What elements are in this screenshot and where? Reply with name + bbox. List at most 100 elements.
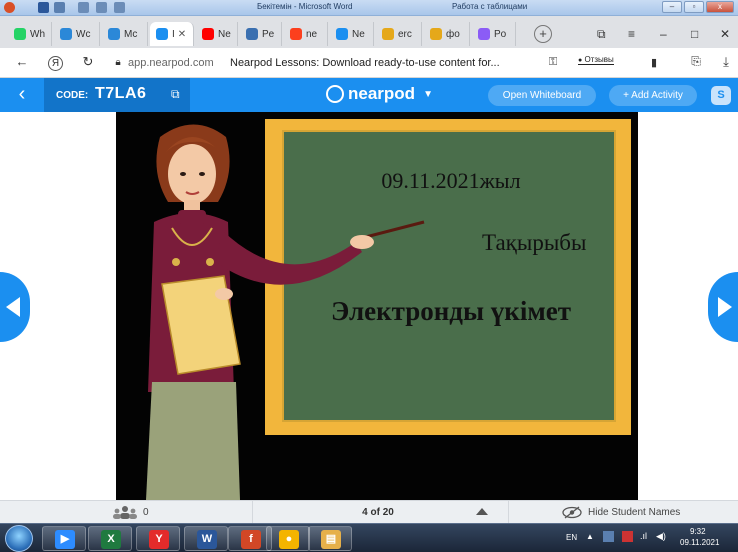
address-bar: ← Я ↻ 🔒︎ app.nearpod.com Nearpod Lessons… — [0, 48, 738, 78]
yandex-browser-icon: Y — [149, 530, 169, 549]
tab-label: Ne — [218, 28, 231, 40]
browser-tab[interactable]: ne — [284, 22, 328, 46]
back-arrow-icon[interactable]: ← — [14, 54, 30, 69]
open-whiteboard-button[interactable]: Open Whiteboard — [488, 85, 596, 106]
flash-player-icon: f — [241, 530, 261, 549]
page-indicator: 4 of 20 — [362, 507, 394, 518]
tab-label: Wc — [76, 28, 91, 40]
next-slide-button[interactable] — [708, 272, 738, 342]
browser-tab[interactable]: Wc — [54, 22, 100, 46]
taskbar-app-file-explorer[interactable]: ▤ — [308, 526, 352, 551]
browser-icon — [246, 28, 258, 40]
preview-icon[interactable] — [114, 2, 125, 13]
browser-tab[interactable]: Po — [472, 22, 516, 46]
download-icon[interactable]: ⤓ — [718, 54, 734, 70]
reload-icon[interactable]: ↻ — [80, 54, 96, 70]
word-icon: W — [197, 530, 217, 549]
tab-collections-icon[interactable]: ⧉ — [597, 27, 606, 42]
language-indicator[interactable]: EN — [566, 533, 577, 542]
taskbar-app-yandex-browser[interactable]: Y — [136, 526, 180, 551]
powerpoint-icon — [478, 28, 490, 40]
taskbar-app-excel[interactable]: X — [88, 526, 132, 551]
browser-tab[interactable]: erc — [376, 22, 422, 46]
browser-tab[interactable]: I ✕ — [150, 22, 194, 46]
nearpod-icon — [156, 28, 168, 40]
feedback-button[interactable]: ● Отзывы — [578, 55, 614, 65]
session-bottom-bar: 0 4 of 20 Hide Student Names — [0, 500, 738, 524]
clock-time[interactable]: 9:32 — [690, 527, 706, 536]
browser-tab[interactable]: Ne — [196, 22, 238, 46]
tab-label: Ne — [352, 28, 365, 40]
code-label: CODE: — [56, 90, 89, 101]
page-title-in-url[interactable]: Nearpod Lessons: Download ready-to-use c… — [230, 57, 500, 69]
user-avatar[interactable]: S — [711, 86, 731, 105]
start-button[interactable] — [5, 525, 33, 552]
teacher-arm — [216, 230, 362, 285]
tab-label: Mc — [124, 28, 138, 40]
windows-grid-icon — [108, 28, 120, 40]
taskbar-app-word[interactable]: W — [184, 526, 228, 551]
site-settings-icon[interactable]: ⚿ — [545, 56, 561, 69]
new-tab-button[interactable]: + — [534, 25, 552, 43]
url-domain[interactable]: app.nearpod.com — [128, 57, 214, 69]
menu-icon[interactable]: ≡ — [628, 27, 635, 41]
students-count: 0 — [143, 507, 149, 518]
undo-icon[interactable] — [54, 2, 65, 13]
add-activity-button[interactable]: + Add Activity — [609, 85, 697, 106]
print-icon[interactable] — [96, 2, 107, 13]
nearpod-header: ‹ CODE: T7LA6 ⧉ nearpod ▼ Open Whiteboar… — [0, 78, 738, 112]
students-icon[interactable] — [113, 505, 137, 519]
chrome-icon: ● — [279, 530, 299, 549]
network-warning-icon[interactable] — [622, 531, 633, 542]
action-center-icon[interactable] — [603, 531, 614, 542]
windows-taskbar: ▶ X Y Wf ● ▤ EN ▲ .ıl ◀) 9:32 09.11.2021 — [0, 523, 738, 552]
tab-label: фо — [446, 28, 460, 40]
redo-icon[interactable] — [78, 2, 89, 13]
nearpod-back-button[interactable]: ‹ — [0, 78, 44, 112]
word-window-title: Бекітемін - Microsoft Word — [257, 2, 353, 11]
window-minimize-button[interactable]: – — [660, 27, 667, 41]
volume-icon[interactable]: ◀) — [656, 531, 666, 542]
bookmark-icon[interactable]: ▮ — [646, 56, 662, 69]
browser-tab[interactable]: Pe — [240, 22, 282, 46]
chevron-left-icon — [6, 297, 20, 317]
office-maximize-button[interactable]: ▫ — [684, 1, 704, 13]
browser-tab[interactable]: Ne — [330, 22, 374, 46]
taskbar-app-zoom[interactable]: ▶ — [42, 526, 86, 551]
close-tab-icon[interactable]: ✕ — [178, 29, 186, 40]
taskbar-app-chrome[interactable]: ● — [266, 526, 310, 551]
office-orb-icon[interactable] — [4, 2, 15, 13]
share-code-icon[interactable]: ⧉ — [171, 87, 180, 102]
office-close-button[interactable]: x — [706, 1, 734, 13]
nearpod-logo[interactable]: nearpod ▼ — [326, 84, 433, 104]
chevron-down-icon[interactable]: ▼ — [423, 89, 433, 100]
session-code: T7LA6 — [95, 85, 147, 102]
office-minimize-button[interactable]: – — [662, 1, 682, 13]
browser-tab[interactable]: Wh — [8, 22, 52, 46]
hide-student-names-toggle[interactable]: Hide Student Names — [588, 507, 680, 518]
table-tools-tab[interactable]: Работа с таблицами — [452, 2, 527, 11]
file-explorer-icon: ▤ — [321, 530, 341, 549]
eye-off-icon[interactable] — [562, 506, 582, 519]
window-maximize-button[interactable]: □ — [691, 27, 698, 41]
save-icon[interactable] — [38, 2, 49, 13]
tray-expand-icon[interactable]: ▲ — [586, 532, 594, 541]
browser-tab[interactable]: Mc — [102, 22, 148, 46]
whatsapp-icon — [14, 28, 26, 40]
signal-icon[interactable]: .ıl — [640, 531, 647, 541]
sidebar-icon[interactable]: ⎘ — [688, 54, 704, 69]
clock-date[interactable]: 09.11.2021 — [680, 538, 719, 547]
tab-label: Po — [494, 28, 507, 40]
nearpod-logo-text: nearpod — [348, 84, 416, 103]
window-close-button[interactable]: ✕ — [720, 27, 730, 41]
current-slide: 09.11.2021жыл Тақырыбы Электронды үкімет — [116, 112, 638, 500]
windows-grid-icon — [60, 28, 72, 40]
excel-icon: X — [101, 530, 121, 549]
previous-slide-button[interactable] — [0, 272, 30, 342]
slide-list-toggle-icon[interactable] — [476, 508, 488, 515]
nearpod-ring-icon — [326, 85, 344, 103]
tab-label: ne — [306, 28, 318, 40]
office-title-strip: Бекітемін - Microsoft Word Работа с табл… — [0, 0, 738, 16]
yandex-logo-icon[interactable]: Я — [48, 56, 63, 71]
browser-tab[interactable]: фо — [424, 22, 470, 46]
